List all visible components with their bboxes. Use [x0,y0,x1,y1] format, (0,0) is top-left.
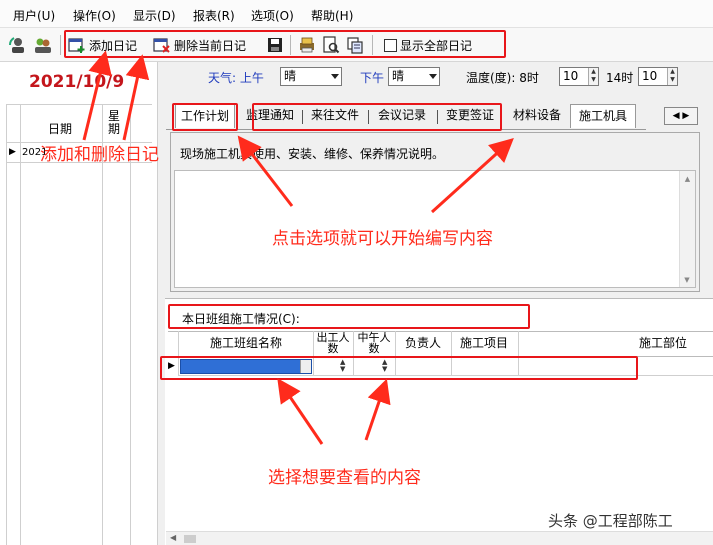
arrow-to-add-diary [82,50,112,141]
annotation-select-content: 选择想要查看的内容 [268,468,421,488]
arrow-to-tabs [430,137,514,214]
annotation-click-tab: 点击选项就可以开始编写内容 [272,229,493,249]
arrow-to-delete-diary [122,54,150,141]
annotation-add-delete: 添加和删除日记 [40,145,159,165]
watermark: 头条 @工程部陈工 [548,512,673,530]
arrow-to-team-select [277,378,324,445]
arrow-to-counts [364,378,391,441]
arrow-to-work-plan-tab [237,135,294,207]
